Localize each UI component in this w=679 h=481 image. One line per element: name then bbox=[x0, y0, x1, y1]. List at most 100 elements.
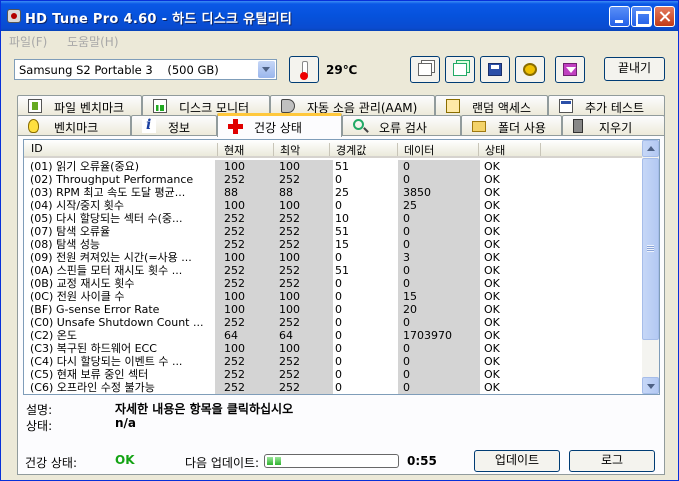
table-row[interactable]: (C4) 다시 할당되는 이벤트 수 ... 252 252 0 0 OK bbox=[24, 355, 644, 368]
tab-extra-tests[interactable]: 추가 테스트 bbox=[548, 95, 665, 116]
cell-data: 0 bbox=[403, 173, 410, 186]
download-button[interactable] bbox=[555, 56, 585, 83]
cell-id: (C4) 다시 할당되는 이벤트 수 ... bbox=[30, 355, 183, 368]
table-row[interactable]: (05) 다시 할당되는 섹터 수(중... 252 252 10 0 OK bbox=[24, 212, 644, 225]
exit-button[interactable]: 끝내기 bbox=[604, 57, 665, 81]
cell-current: 100 bbox=[224, 342, 245, 355]
table-row[interactable]: (0A) 스핀들 모터 재시도 횟수 ... 252 252 51 0 OK bbox=[24, 264, 644, 277]
cell-threshold: 0 bbox=[335, 316, 342, 329]
cell-worst: 252 bbox=[279, 238, 300, 251]
cell-current: 64 bbox=[224, 329, 238, 342]
cell-worst: 252 bbox=[279, 277, 300, 290]
cell-id: (C0) Unsafe Shutdown Count ... bbox=[30, 316, 204, 329]
table-row[interactable]: (03) RPM 최고 속도 도달 평균... 88 88 25 3850 OK bbox=[24, 186, 644, 199]
scroll-thumb[interactable] bbox=[642, 158, 659, 340]
tab-folder-usage[interactable]: 폴더 사용 bbox=[461, 115, 562, 136]
cell-current: 252 bbox=[224, 173, 245, 186]
column-separator[interactable] bbox=[397, 143, 398, 156]
col-header-threshold[interactable]: 경계값 bbox=[332, 142, 366, 158]
col-header-current[interactable]: 현재 bbox=[220, 142, 244, 158]
column-separator[interactable] bbox=[329, 143, 330, 156]
update-progress-fill bbox=[267, 457, 283, 465]
cell-id: (0A) 스핀들 모터 재시도 횟수 ... bbox=[30, 264, 183, 277]
cell-worst: 100 bbox=[279, 160, 300, 173]
table-row[interactable]: (02) Throughput Performance 252 252 0 0 OK bbox=[24, 173, 644, 186]
chevron-down-icon[interactable] bbox=[258, 61, 275, 78]
cell-threshold: 0 bbox=[335, 173, 342, 186]
cell-status: OK bbox=[484, 251, 500, 264]
col-header-worst[interactable]: 최악 bbox=[276, 142, 300, 158]
app-icon[interactable] bbox=[7, 9, 21, 23]
cell-worst: 252 bbox=[279, 173, 300, 186]
col-header-id[interactable]: ID bbox=[27, 142, 43, 155]
cell-current: 252 bbox=[224, 212, 245, 225]
description-label: 설명: bbox=[26, 403, 53, 417]
tab-info[interactable]: 정보 bbox=[131, 115, 217, 136]
options-icon bbox=[523, 63, 537, 76]
table-row[interactable]: (0B) 교정 재시도 횟수 252 252 0 0 OK bbox=[24, 277, 644, 290]
table-row[interactable]: (C2) 온도 64 64 0 1703970 OK bbox=[24, 329, 644, 342]
scroll-down-button[interactable] bbox=[642, 377, 659, 394]
table-row[interactable]: (C3) 복구된 하드웨어 ECC 100 100 0 0 OK bbox=[24, 342, 644, 355]
copy-screenshot-button[interactable] bbox=[445, 56, 475, 83]
tab-label: 오류 검사 bbox=[379, 121, 427, 135]
copy-image-icon bbox=[453, 63, 467, 76]
menu-file[interactable]: 파일(F) bbox=[9, 33, 47, 50]
menu-help[interactable]: 도움말(H) bbox=[67, 33, 119, 50]
cell-id: (C5) 현재 보류 중인 섹터 bbox=[30, 368, 149, 381]
minimize-button[interactable] bbox=[609, 6, 630, 27]
cell-id: (C6) 오프라인 수정 불가능 bbox=[30, 381, 155, 394]
table-row[interactable]: (01) 읽기 오류율(중요) 100 100 51 0 OK bbox=[24, 160, 644, 173]
table-row[interactable]: (C6) 오프라인 수정 불가능 252 252 0 0 OK bbox=[24, 381, 644, 394]
tab-erase[interactable]: 지우기 bbox=[562, 115, 665, 136]
close-button[interactable] bbox=[654, 6, 675, 27]
table-row[interactable]: (09) 전원 켜져있는 시간(=사용 ... 100 100 0 3 OK bbox=[24, 251, 644, 264]
extra-tests-icon bbox=[559, 99, 573, 113]
column-separator[interactable] bbox=[217, 143, 218, 156]
title-bar[interactable]: HD Tune Pro 4.60 - 하드 디스크 유틸리티 bbox=[1, 1, 678, 31]
description-value: 자세한 내용은 항목을 클릭하십시오 bbox=[115, 402, 294, 416]
cell-status: OK bbox=[484, 329, 500, 342]
menu-bar: 파일(F) 도움말(H) bbox=[1, 31, 678, 50]
tab-file-benchmark[interactable]: 파일 벤치마크 bbox=[17, 95, 142, 116]
cell-status: OK bbox=[484, 225, 500, 238]
tab-benchmark[interactable]: 벤치마크 bbox=[17, 115, 131, 136]
tab-label: 추가 테스트 bbox=[585, 101, 645, 115]
cell-status: OK bbox=[484, 277, 500, 290]
column-separator[interactable] bbox=[478, 143, 479, 156]
toolbar: Samsung S2 Portable 3 (500 GB) 29℃ 끝내기 bbox=[1, 50, 678, 90]
cell-data: 3850 bbox=[403, 186, 431, 199]
tab-random-access[interactable]: 랜덤 액세스 bbox=[435, 95, 548, 116]
table-row[interactable]: (08) 탐색 성능 252 252 15 0 OK bbox=[24, 238, 644, 251]
column-separator[interactable] bbox=[540, 143, 541, 156]
tab-health[interactable]: 건강 상태 bbox=[217, 113, 342, 137]
thermometer-icon[interactable] bbox=[289, 56, 319, 83]
tab-error-scan[interactable]: 오류 검사 bbox=[342, 115, 461, 136]
table-row[interactable]: (07) 탐색 오류율 252 252 51 0 OK bbox=[24, 225, 644, 238]
copy-text-button[interactable] bbox=[410, 56, 440, 83]
update-button[interactable]: 업데이트 bbox=[474, 450, 560, 472]
scroll-up-button[interactable] bbox=[642, 140, 659, 157]
drive-select[interactable]: Samsung S2 Portable 3 (500 GB) bbox=[14, 59, 277, 80]
smart-attribute-list[interactable]: ID 현재 최악 경계값 데이터 상태 (01) 읽기 오류율(중요) 100 10… bbox=[23, 139, 660, 395]
vertical-scrollbar[interactable] bbox=[642, 140, 659, 394]
table-row[interactable]: (BF) G-sense Error Rate 100 100 0 20 OK bbox=[24, 303, 644, 316]
save-button[interactable] bbox=[480, 56, 510, 83]
options-button[interactable] bbox=[515, 56, 545, 83]
col-header-data[interactable]: 데이터 bbox=[400, 142, 434, 158]
table-row[interactable]: (C5) 현재 보류 중인 섹터 252 252 0 0 OK bbox=[24, 368, 644, 381]
cell-id: (0B) 교정 재시도 횟수 bbox=[30, 277, 135, 290]
col-header-status[interactable]: 상태 bbox=[481, 142, 505, 158]
cell-threshold: 25 bbox=[335, 186, 349, 199]
table-row[interactable]: (0C) 전원 사이클 수 100 100 0 15 OK bbox=[24, 290, 644, 303]
table-row[interactable]: (C0) Unsafe Shutdown Count ... 252 252 0 0 OK bbox=[24, 316, 644, 329]
cell-threshold: 0 bbox=[335, 199, 342, 212]
maximize-button[interactable] bbox=[631, 6, 652, 27]
column-separator[interactable] bbox=[273, 143, 274, 156]
cell-threshold: 0 bbox=[335, 368, 342, 381]
log-button[interactable]: 로그 bbox=[569, 450, 655, 472]
table-row[interactable]: (C7) Ultra DMA CRC 오류 횟수20020000OK bbox=[24, 394, 644, 395]
table-row[interactable]: (04) 시작/중지 횟수 100 100 0 25 OK bbox=[24, 199, 644, 212]
health-cross-icon bbox=[228, 119, 243, 134]
cell-data: 20 bbox=[403, 303, 417, 316]
